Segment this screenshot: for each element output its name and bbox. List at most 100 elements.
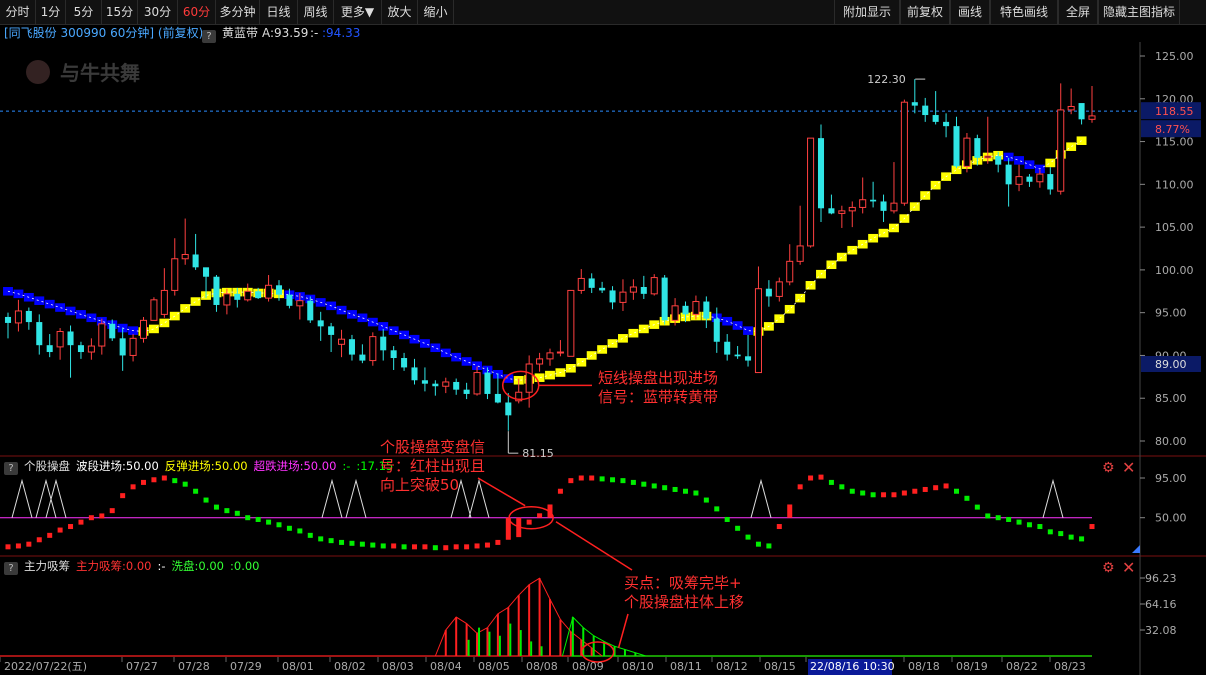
panel2-help-button[interactable]: ? [4, 459, 18, 475]
panel2-name: 个股操盘 [24, 459, 70, 473]
candle-body [1088, 115, 1096, 120]
panel3-help-button[interactable]: ? [4, 559, 18, 575]
y-tick-label: 100.00 [1155, 264, 1194, 277]
candle-body [150, 299, 158, 321]
indicator-value: 洗盘:0.00 [171, 559, 224, 573]
indicator-value: :- [342, 459, 351, 473]
candle-body [880, 201, 887, 211]
panel2-triangle [321, 478, 343, 518]
panel2-dot [401, 544, 407, 550]
candle-body [963, 137, 971, 167]
panel2-dot [391, 543, 397, 549]
y-tick-label: 80.00 [1155, 435, 1187, 448]
candle-body [911, 102, 918, 106]
panel2-dot [1068, 534, 1074, 540]
date-label: 08/18 [908, 660, 940, 673]
panel2-dot [141, 479, 146, 485]
panel2-dot [234, 510, 240, 516]
candle-body [432, 383, 439, 387]
panel2-dot [557, 488, 563, 494]
panel2-dot [349, 540, 355, 546]
panel2-dot [328, 538, 334, 544]
panel2-dot [808, 475, 814, 481]
panel2-dot [610, 477, 616, 483]
candle-body [974, 138, 981, 158]
panel2-dot [203, 497, 209, 503]
candle-body [890, 202, 898, 212]
y-tick-label: 95.00 [1155, 307, 1187, 320]
candle-body [953, 126, 960, 167]
panel2-dot [755, 541, 761, 547]
candle-body [536, 358, 544, 365]
candle-body [775, 281, 783, 297]
candle-body [453, 381, 460, 390]
candle-body [348, 339, 355, 355]
candle-body [421, 380, 428, 384]
candle-body [1015, 176, 1023, 185]
date-label: 08/10 [622, 660, 654, 673]
panel2-dot [964, 495, 970, 501]
gear-icon[interactable]: ⚙ [1102, 460, 1115, 476]
candle-body [588, 278, 595, 288]
candle-body [171, 258, 179, 291]
annotation-entry-signal: 短线操盘出现进场 信号：蓝带转黄带 [598, 369, 719, 406]
candle-body [943, 121, 950, 127]
date-label: 07/27 [126, 660, 158, 673]
candle-body [286, 294, 293, 306]
band-block [461, 357, 472, 366]
panel2-dot [891, 492, 897, 498]
panel2-dot [797, 484, 803, 490]
candle-body [98, 323, 106, 347]
candle-body [463, 389, 470, 394]
date-label: 08/19 [956, 660, 988, 673]
panel2-dot [683, 488, 688, 494]
watermark-icon [26, 60, 50, 84]
candle-body [765, 288, 772, 297]
band-block [1045, 158, 1056, 168]
panel2-dot [568, 478, 574, 484]
gear-icon[interactable]: ⚙ [1102, 560, 1115, 576]
panel2-dot [578, 475, 584, 481]
panel2-dot [849, 488, 855, 494]
panel2-dot [818, 474, 824, 480]
panel2-dot [464, 544, 470, 550]
panel2-dot [453, 544, 459, 550]
y-tick-label: 115.00 [1155, 136, 1194, 149]
panel2-dot [422, 544, 428, 550]
close-icon[interactable]: ✕ [1122, 458, 1135, 477]
band-block [159, 318, 170, 328]
candle-body [546, 352, 554, 360]
band-block [44, 299, 55, 309]
panel2-dot [255, 516, 261, 522]
band-block [419, 339, 430, 348]
annotation-buy-point: 买点：吸筹完毕+ 个股操盘柱体上移 [624, 574, 745, 611]
candle-body [181, 253, 189, 260]
panel2-dot [766, 543, 772, 549]
candle-body [525, 363, 533, 393]
panel2-dot [1089, 524, 1095, 530]
band-block [399, 330, 410, 340]
panel2-dot [1026, 522, 1032, 528]
candle-body [900, 101, 908, 204]
band-block [826, 260, 837, 270]
candle-body [275, 285, 283, 295]
panel2-dot [735, 525, 741, 531]
candle-body [265, 284, 273, 299]
panel3-tick-label: 96.23 [1145, 572, 1177, 585]
panel2-dot [78, 519, 84, 525]
candle-body [922, 105, 929, 116]
candle-body [661, 277, 668, 321]
panel2-dot [693, 490, 699, 496]
panel2-dot [828, 479, 834, 485]
date-label: 08/22 [1006, 660, 1038, 673]
candle-body [223, 293, 231, 306]
panel2-dot [724, 516, 730, 522]
candle-body [1078, 103, 1085, 120]
panel2-dot [224, 508, 230, 514]
panel2-dot [703, 497, 709, 503]
panel2-dot [1006, 516, 1012, 522]
candle-body [932, 115, 939, 122]
candle-body [139, 319, 148, 339]
band-block [565, 364, 576, 373]
close-icon[interactable]: ✕ [1122, 558, 1135, 577]
